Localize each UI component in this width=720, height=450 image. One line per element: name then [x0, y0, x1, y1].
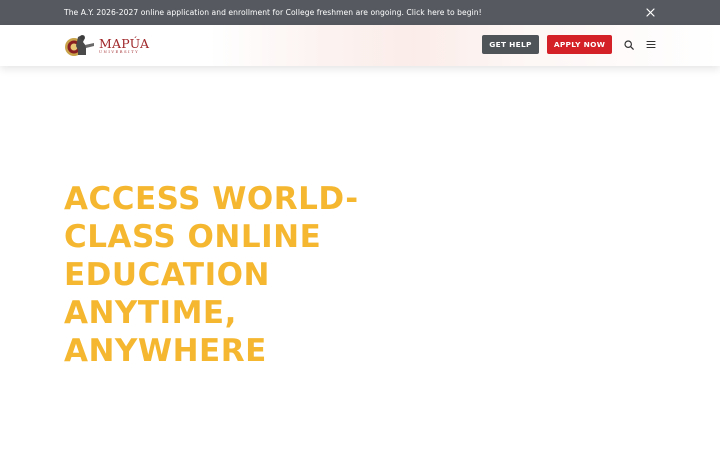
- logo-emblem-icon: [65, 35, 94, 56]
- logo[interactable]: MAPÚA UNIVERSITY: [64, 33, 149, 59]
- header-background: [210, 25, 720, 66]
- logo-name: MAPÚA: [99, 36, 150, 51]
- logo-text: MAPÚA UNIVERSITY: [99, 37, 149, 55]
- search-icon[interactable]: [623, 38, 635, 51]
- hero-title: ACCESS WORLD-CLASS ONLINE EDUCATION ANYT…: [64, 181, 359, 369]
- apply-now-button[interactable]: APPLY NOW: [547, 35, 612, 54]
- menu-icon[interactable]: [645, 38, 657, 51]
- announcement-link[interactable]: The A.Y. 2026-2027 online application an…: [64, 0, 482, 25]
- logo-subtitle: UNIVERSITY: [99, 50, 140, 54]
- site-header: MAPÚA UNIVERSITY GET HELP APPLY NOW: [0, 25, 720, 66]
- announcement-bar: The A.Y. 2026-2027 online application an…: [0, 0, 720, 25]
- get-help-button[interactable]: GET HELP: [482, 35, 539, 54]
- close-icon[interactable]: [644, 6, 657, 19]
